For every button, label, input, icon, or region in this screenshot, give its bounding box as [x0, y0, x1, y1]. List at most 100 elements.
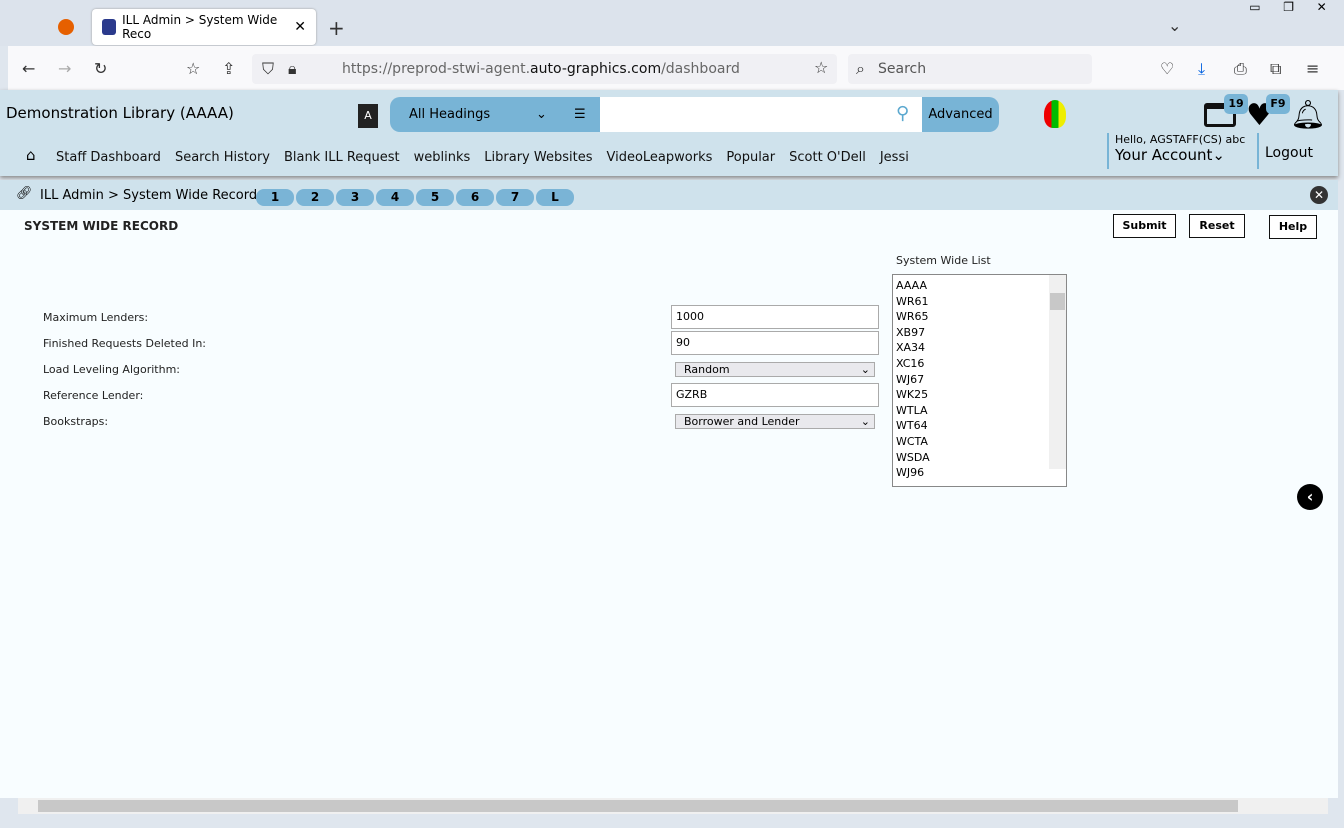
pill-3[interactable]: 3 [336, 189, 374, 206]
bell-icon[interactable]: 🔔︎ [1290, 98, 1326, 131]
chevron-down-icon: ⌄ [536, 107, 547, 122]
minimize-icon[interactable]: ▭ [1249, 0, 1260, 20]
maximize-icon[interactable]: ❐ [1283, 0, 1294, 20]
search-placeholder: Search [878, 61, 927, 77]
lock-icon[interactable]: 🔒︎ [288, 59, 297, 79]
extensions-icon[interactable]: ⧉ [1270, 59, 1281, 79]
close-icon[interactable]: ✕ [1310, 186, 1328, 204]
record-pills: 1234567L [256, 186, 576, 206]
nav-library-websites[interactable]: Library Websites [484, 150, 592, 165]
main-content [0, 210, 1338, 798]
reload-icon[interactable]: ↻ [94, 59, 107, 78]
finished-requests-input[interactable]: 90 [671, 331, 879, 355]
horizontal-scroll-thumb[interactable] [38, 800, 1238, 812]
shield-icon[interactable]: ⛉ [262, 59, 274, 79]
breadcrumb: ILL Admin > System Wide Record [40, 188, 258, 203]
pill-6[interactable]: 6 [456, 189, 494, 206]
bookmark-page-icon[interactable]: ☆ [186, 59, 200, 78]
chevron-left-icon[interactable]: ‹ [1297, 484, 1323, 510]
share-icon[interactable]: ⇪ [222, 59, 235, 78]
list-count-badge: 19 [1224, 94, 1248, 114]
greeting: Hello, AGSTAFF(CS) abc [1115, 133, 1246, 146]
chevron-down-icon: ⌄ [860, 415, 870, 428]
pill-2[interactable]: 2 [296, 189, 334, 206]
bookstraps-select[interactable]: Borrower and Lender ⌄ [675, 414, 875, 429]
balloon-logo-icon[interactable] [1044, 100, 1066, 128]
submit-button[interactable]: Submit [1113, 214, 1176, 238]
list-item[interactable]: XA34 [893, 341, 1066, 357]
search-icon: ⌕ [856, 59, 865, 78]
window-close-icon[interactable]: ✕ [1317, 0, 1327, 20]
load-leveling-select[interactable]: Random ⌄ [675, 362, 875, 377]
print-icon[interactable]: ⎙ [1234, 59, 1247, 79]
menu-icon[interactable]: ≡ [1306, 59, 1319, 78]
pill-l[interactable]: L [536, 189, 574, 206]
heading-select[interactable]: All Headings ⌄ ☰ [390, 97, 600, 132]
search-icon[interactable]: ⚲ [896, 103, 909, 124]
forward-icon[interactable]: → [58, 59, 71, 78]
star-icon[interactable]: ☆ [814, 58, 828, 77]
list-item[interactable]: XB97 [893, 326, 1066, 342]
list-item[interactable]: WK25 [893, 388, 1066, 404]
horizontal-scrollbar[interactable] [18, 798, 1328, 814]
system-wide-list[interactable]: AAAA WR61 WR65 XB97 XA34 XC16 WJ67 WK25 WTLA WT64… [892, 274, 1067, 487]
database-icon[interactable]: ☰ [574, 97, 586, 132]
list-scroll-thumb[interactable] [1050, 293, 1065, 310]
nav-links: Staff Dashboard Search History Blank ILL R… [56, 146, 923, 165]
list-item[interactable]: WR65 [893, 310, 1066, 326]
chevron-down-icon: ⌄ [1212, 146, 1225, 164]
favorites-badge: F9 [1266, 94, 1290, 114]
logout-link[interactable]: Logout [1257, 133, 1313, 169]
window-controls[interactable]: ▭ ❐ ✕ [1238, 0, 1338, 20]
list-item[interactable]: WCTA [893, 435, 1066, 451]
tab-favicon-icon [102, 19, 117, 35]
label-reference-lender: Reference Lender: [43, 389, 144, 402]
label-bookstraps: Bookstraps: [43, 415, 109, 428]
list-item[interactable]: WSDA [893, 451, 1066, 467]
load-leveling-value: Random [684, 363, 730, 376]
nav-videoleapworks[interactable]: VideoLeapworks [606, 150, 712, 165]
home-icon[interactable]: ⌂ [26, 146, 36, 164]
list-item[interactable]: WR61 [893, 295, 1066, 311]
tab-list-chevron-icon[interactable]: ⌄ [1168, 16, 1181, 35]
browser-tab[interactable]: ILL Admin > System Wide Reco ✕ [92, 9, 316, 45]
list-item[interactable]: XC16 [893, 357, 1066, 373]
nav-staff-dashboard[interactable]: Staff Dashboard [56, 150, 161, 165]
list-item[interactable]: AAAA [893, 279, 1066, 295]
search-input[interactable] [600, 97, 922, 132]
list-item[interactable]: WJ67 [893, 373, 1066, 389]
list-item[interactable]: WT64 [893, 419, 1066, 435]
address-bar[interactable]: https://preprod-stwi-agent.auto-graphics… [252, 54, 837, 84]
language-icon[interactable]: A [358, 104, 378, 128]
account-menu[interactable]: Hello, AGSTAFF(CS) abc Your Account⌄ [1107, 133, 1245, 169]
nav-scott-odell[interactable]: Scott O'Dell [789, 150, 866, 165]
nav-jessi[interactable]: Jessi [880, 150, 909, 165]
browser-search-box[interactable]: Search [848, 54, 1092, 84]
pill-1[interactable]: 1 [256, 189, 294, 206]
reset-button[interactable]: Reset [1189, 214, 1245, 238]
list-item[interactable]: WJ96 [893, 466, 1066, 482]
reference-lender-input[interactable]: GZRB [671, 383, 879, 407]
label-maximum-lenders: Maximum Lenders: [43, 311, 149, 324]
url-path: /dashboard [661, 61, 740, 77]
advanced-search-button[interactable]: Advanced [922, 97, 999, 132]
pill-5[interactable]: 5 [416, 189, 454, 206]
list-scrollbar[interactable] [1049, 275, 1066, 469]
new-tab-icon[interactable]: + [328, 16, 345, 40]
pill-7[interactable]: 7 [496, 189, 534, 206]
close-tab-icon[interactable]: ✕ [294, 19, 306, 35]
pocket-icon[interactable]: ♡ [1160, 59, 1174, 78]
maximum-lenders-input[interactable]: 1000 [671, 305, 879, 329]
pill-4[interactable]: 4 [376, 189, 414, 206]
back-icon[interactable]: ← [22, 59, 35, 78]
list-item[interactable]: WTLA [893, 404, 1066, 420]
nav-blank-ill-request[interactable]: Blank ILL Request [284, 150, 400, 165]
library-name: Demonstration Library (AAAA) [6, 104, 234, 122]
your-account-label[interactable]: Your Account [1115, 146, 1212, 164]
nav-weblinks[interactable]: weblinks [414, 150, 471, 165]
download-icon[interactable]: ⤓ [1198, 59, 1205, 79]
url-prefix: https://preprod-stwi-agent. [342, 61, 531, 77]
nav-popular[interactable]: Popular [726, 150, 775, 165]
nav-search-history[interactable]: Search History [175, 150, 270, 165]
help-button[interactable]: Help [1269, 215, 1317, 239]
